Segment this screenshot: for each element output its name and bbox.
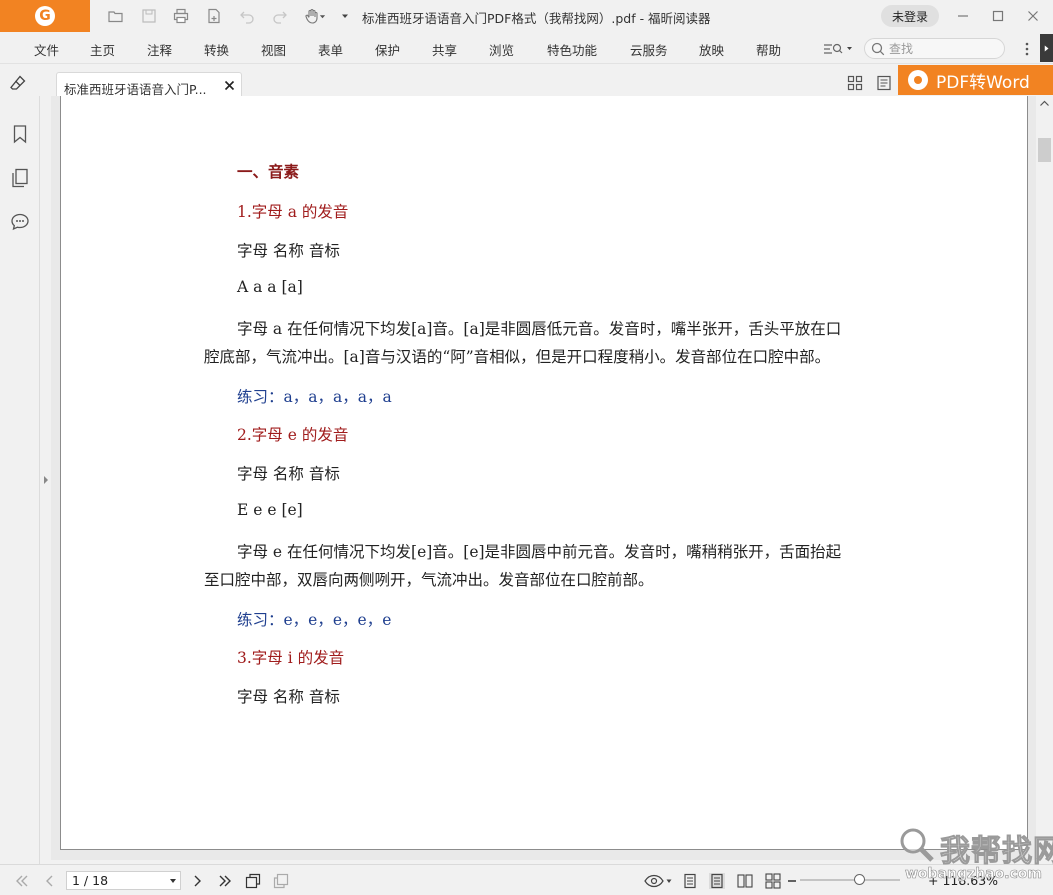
letter-row-text: E e e [e] [237,501,303,519]
hand-tool-dropdown-icon[interactable] [316,6,328,26]
magnifier-watermark-icon [900,828,934,862]
document-tab[interactable]: 标准西班牙语语音入门P... [56,72,242,97]
read-mode-dropdown-icon[interactable] [666,873,672,889]
paragraph-text: 字母 e 在任何情况下均发[e]音。[e]是非圆唇中前元音。发音时，嘴稍稍张开，… [237,543,842,561]
paragraph-text: 至口腔中部，双唇向两侧咧开，气流冲出。发音部位在口腔前部。 [204,571,654,589]
menu-view[interactable]: 视图 [261,40,286,59]
watermark-main-text: 我帮找网 [940,834,1053,870]
find-box[interactable] [864,38,1005,59]
menu-home[interactable]: 主页 [90,40,115,59]
menu-form[interactable]: 表单 [318,40,343,59]
find-input[interactable] [889,40,999,57]
save-icon[interactable] [139,6,159,26]
menu-help[interactable]: 帮助 [756,40,781,59]
last-page-icon[interactable] [217,873,233,889]
login-button[interactable]: 未登录 [881,5,939,27]
menu-features[interactable]: 特色功能 [547,40,597,59]
menu-protect[interactable]: 保护 [375,40,400,59]
practice-text: 练习：a，a，a，a，a [237,388,392,406]
table-header-text: 字母 名称 音标 [237,688,340,706]
ribbon-display-icon[interactable] [823,41,853,57]
menu-comment[interactable]: 注释 [147,40,172,59]
undo-icon[interactable] [237,6,257,26]
watermark-url-text: wobangzhao.com [905,866,1043,883]
eraser-icon[interactable] [9,74,27,92]
foxit-logo-icon: G [35,6,55,26]
next-view-icon[interactable] [273,873,289,889]
minimize-icon[interactable] [953,6,973,26]
pdf-page: 一、音素 1.字母 a 的发音 字母 名称 音标 A a a [a] 字母 a … [60,96,1028,850]
vertical-scrollbar[interactable] [1036,96,1053,860]
close-tab-icon[interactable] [224,80,235,91]
zoom-out-icon[interactable] [787,873,797,889]
menu-browse[interactable]: 浏览 [489,40,514,59]
open-icon[interactable] [106,6,126,26]
comments-icon[interactable] [10,212,30,232]
more-options-icon[interactable] [1022,40,1032,58]
previous-page-icon[interactable] [42,873,58,889]
menu-slideshow[interactable]: 放映 [699,40,724,59]
maximize-icon[interactable] [988,6,1008,26]
redo-icon[interactable] [270,6,290,26]
search-icon [871,42,885,56]
menu-share[interactable]: 共享 [432,40,457,59]
navigation-sidebar [0,96,40,864]
menu-file[interactable]: 文件 [34,40,59,59]
customize-quick-access-icon[interactable] [338,6,352,26]
menu-convert[interactable]: 转换 [204,40,229,59]
collapse-ribbon-button[interactable] [1040,34,1053,62]
section-heading: 一、音素 [237,163,300,181]
page-indicator: 1 / 18 [72,873,109,888]
subsection-heading: 2.字母 e 的发音 [237,426,349,444]
page-dropdown-icon[interactable] [170,879,176,883]
facing-pages-icon[interactable] [737,873,753,889]
scroll-up-icon[interactable] [1038,98,1051,108]
zoom-slider-track[interactable] [800,879,900,881]
expand-sidebar-icon[interactable] [42,474,50,486]
scrollbar-thumb[interactable] [1038,138,1051,162]
read-mode-icon[interactable] [644,873,664,889]
subsection-heading: 3.字母 i 的发音 [237,649,345,667]
first-page-icon[interactable] [14,873,30,889]
window-title: 标准西班牙语语音入门PDF格式（我帮找网）.pdf - 福昕阅读器 [362,11,711,26]
bookmark-icon[interactable] [10,124,30,144]
pages-icon[interactable] [10,168,30,188]
next-page-icon[interactable] [189,873,205,889]
chevron-right-icon [1044,45,1048,51]
table-header-text: 字母 名称 音标 [237,242,340,260]
document-tab-bar: 标准西班牙语语音入门P... [0,65,1053,97]
letter-row-text: A a a [a] [237,278,303,296]
print-icon[interactable] [171,6,191,26]
paragraph-text: 字母 a 在任何情况下均发[a]音。[a]是非圆唇低元音。发音时，嘴半张开，舌头… [237,320,842,338]
pdf-to-word-label: PDF转Word [936,72,1030,93]
close-window-icon[interactable] [1023,6,1043,26]
document-view-icon[interactable] [876,75,892,91]
table-header-text: 字母 名称 音标 [237,465,340,483]
title-bar: G 标准西班牙语语音入门PDF格式（我帮找网）.pdf - 福昕阅读器 未登录 [0,0,1053,32]
zoom-slider-handle[interactable] [854,874,865,885]
continuous-facing-icon[interactable] [765,873,781,889]
foxit-reader-window: G 标准西班牙语语音入门PDF格式（我帮找网）.pdf - 福昕阅读器 未登录 … [0,0,1053,895]
paragraph-text: 腔底部，气流冲出。[a]音与汉语的“阿”音相似，但是开口程度稍小。发音部位在口腔… [204,348,831,366]
new-document-icon[interactable] [204,6,224,26]
convert-icon [908,70,928,90]
menu-cloud[interactable]: 云服务 [630,40,668,59]
practice-text: 练习：e，e，e，e，e [237,611,392,629]
continuous-page-icon[interactable] [709,873,725,889]
document-viewport[interactable]: 一、音素 1.字母 a 的发音 字母 名称 音标 A a a [a] 字母 a … [51,96,1036,860]
previous-view-icon[interactable] [245,873,261,889]
subsection-heading: 1.字母 a 的发音 [237,203,349,221]
single-page-icon[interactable] [682,873,698,889]
thumbnail-grid-icon[interactable] [847,75,863,91]
page-number-input[interactable]: 1 / 18 [66,871,181,890]
pdf-to-word-button[interactable]: PDF转Word [898,65,1053,95]
app-logo[interactable]: G [0,0,90,32]
